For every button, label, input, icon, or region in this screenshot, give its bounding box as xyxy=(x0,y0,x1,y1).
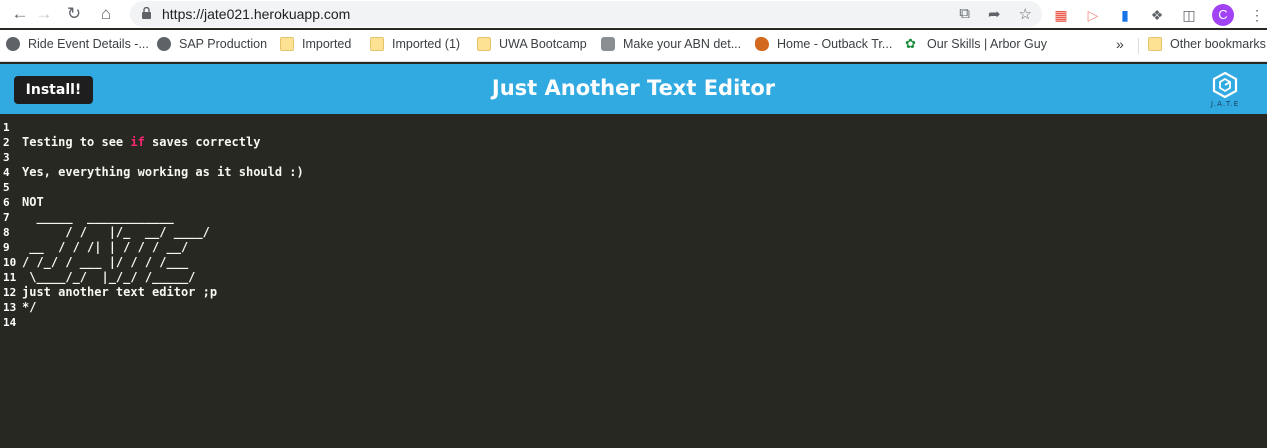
bookmark-item[interactable]: Ride Event Details -... xyxy=(6,37,149,51)
trello-extension-icon[interactable]: ▮ xyxy=(1116,6,1134,24)
code-line[interactable]: Testing to see if saves correctly xyxy=(22,135,1267,150)
line-number: 9 xyxy=(3,241,10,254)
reload-icon[interactable]: ↻ xyxy=(64,4,84,24)
folder-icon xyxy=(477,37,491,51)
line-number: 12 xyxy=(3,286,17,299)
extensions-puzzle-icon[interactable]: ❖ xyxy=(1148,6,1166,24)
url-text: https://jate021.herokuapp.com xyxy=(162,6,351,22)
globe-icon xyxy=(157,37,171,51)
side-panel-icon[interactable]: ◫ xyxy=(1180,6,1198,24)
line-number: 7 xyxy=(3,211,10,224)
line-number: 4 xyxy=(3,166,10,179)
folder-icon xyxy=(370,37,384,51)
line-number: 14 xyxy=(3,316,17,329)
line-number: 13 xyxy=(3,301,17,314)
more-bookmarks-chevron-icon[interactable]: » xyxy=(1116,36,1124,52)
government-crest-icon xyxy=(601,37,615,51)
browser-toolbar: ← → ↻ ⌂ https://jate021.herokuapp.com ⧉ … xyxy=(0,0,1267,28)
apps-grid-icon[interactable]: ▦ xyxy=(1052,6,1070,24)
code-line[interactable]: \____/_/ |_/_/ /_____/ xyxy=(22,270,1267,285)
bookmarks-bar: Ride Event Details -... SAP Production I… xyxy=(0,30,1267,62)
australia-map-icon xyxy=(755,37,769,51)
code-line[interactable]: */ xyxy=(22,300,1267,315)
bookmark-item[interactable]: SAP Production xyxy=(157,37,267,51)
code-line[interactable] xyxy=(22,180,1267,195)
code-line[interactable]: __ / / /| | / / / __/ xyxy=(22,240,1267,255)
keyword-token: if xyxy=(130,135,145,149)
bookmark-item[interactable]: Home - Outback Tr... xyxy=(755,37,892,51)
bookmark-folder[interactable]: Imported xyxy=(280,37,351,51)
cast-extension-icon[interactable]: ▷ xyxy=(1084,6,1102,24)
share-icon[interactable]: ➦ xyxy=(988,5,1001,23)
folder-icon xyxy=(1148,37,1162,51)
code-content[interactable]: Testing to see if saves correctly Yes, e… xyxy=(22,120,1267,330)
code-line[interactable] xyxy=(22,120,1267,135)
line-number: 3 xyxy=(3,151,10,164)
app-header: Install! Just Another Text Editor J.A.T.… xyxy=(0,64,1267,114)
line-number: 8 xyxy=(3,226,10,239)
globe-icon xyxy=(6,37,20,51)
line-number: 6 xyxy=(3,196,10,209)
line-number: 11 xyxy=(3,271,17,284)
bookmarks-divider xyxy=(1138,38,1139,54)
line-number: 10 xyxy=(3,256,17,269)
code-line[interactable]: _____ ____________ xyxy=(22,210,1267,225)
code-line[interactable]: / / |/_ __/ ____/ xyxy=(22,225,1267,240)
bookmark-folder[interactable]: Imported (1) xyxy=(370,37,460,51)
bookmark-folder[interactable]: UWA Bootcamp xyxy=(477,37,587,51)
forward-arrow-icon[interactable]: → xyxy=(34,4,54,24)
line-number: 2 xyxy=(3,136,10,149)
code-editor[interactable]: 1 2 3 4 5 6 7 8 9 10 11 12 13 14 Testing… xyxy=(0,114,1267,448)
bookmark-item[interactable]: Make your ABN det... xyxy=(601,37,741,51)
logo-text: J.A.T.E xyxy=(1210,100,1240,108)
open-in-app-icon[interactable]: ⧉ xyxy=(959,5,970,23)
line-number-gutter: 1 2 3 4 5 6 7 8 9 10 11 12 13 14 xyxy=(0,120,18,330)
code-line[interactable]: / /_/ / ___ |/ / / /___ xyxy=(22,255,1267,270)
bookmark-star-icon[interactable]: ☆ xyxy=(1019,5,1032,23)
code-line[interactable] xyxy=(22,315,1267,330)
jate-logo: J.A.T.E xyxy=(1200,69,1250,113)
hexagon-logo-icon xyxy=(1212,71,1238,99)
profile-avatar[interactable]: C xyxy=(1212,4,1234,26)
palm-tree-icon: ✿ xyxy=(905,36,916,51)
code-line[interactable] xyxy=(22,150,1267,165)
code-line[interactable]: just another text editor ;p xyxy=(22,285,1267,300)
menu-kebab-icon[interactable]: ⋮ xyxy=(1248,6,1266,24)
line-number: 1 xyxy=(3,121,10,134)
back-arrow-icon[interactable]: ← xyxy=(10,4,30,24)
other-bookmarks-folder[interactable]: Other bookmarks xyxy=(1148,37,1266,51)
home-icon[interactable]: ⌂ xyxy=(96,4,116,24)
folder-icon xyxy=(280,37,294,51)
line-number: 5 xyxy=(3,181,10,194)
address-bar[interactable]: https://jate021.herokuapp.com ⧉ ➦ ☆ xyxy=(130,1,1042,27)
page-title: Just Another Text Editor xyxy=(491,76,776,100)
lock-icon xyxy=(142,7,151,19)
code-line[interactable]: Yes, everything working as it should :) xyxy=(22,165,1267,180)
code-line[interactable]: NOT xyxy=(22,195,1267,210)
bookmark-item[interactable]: ✿ Our Skills | Arbor Guy xyxy=(905,36,1047,52)
